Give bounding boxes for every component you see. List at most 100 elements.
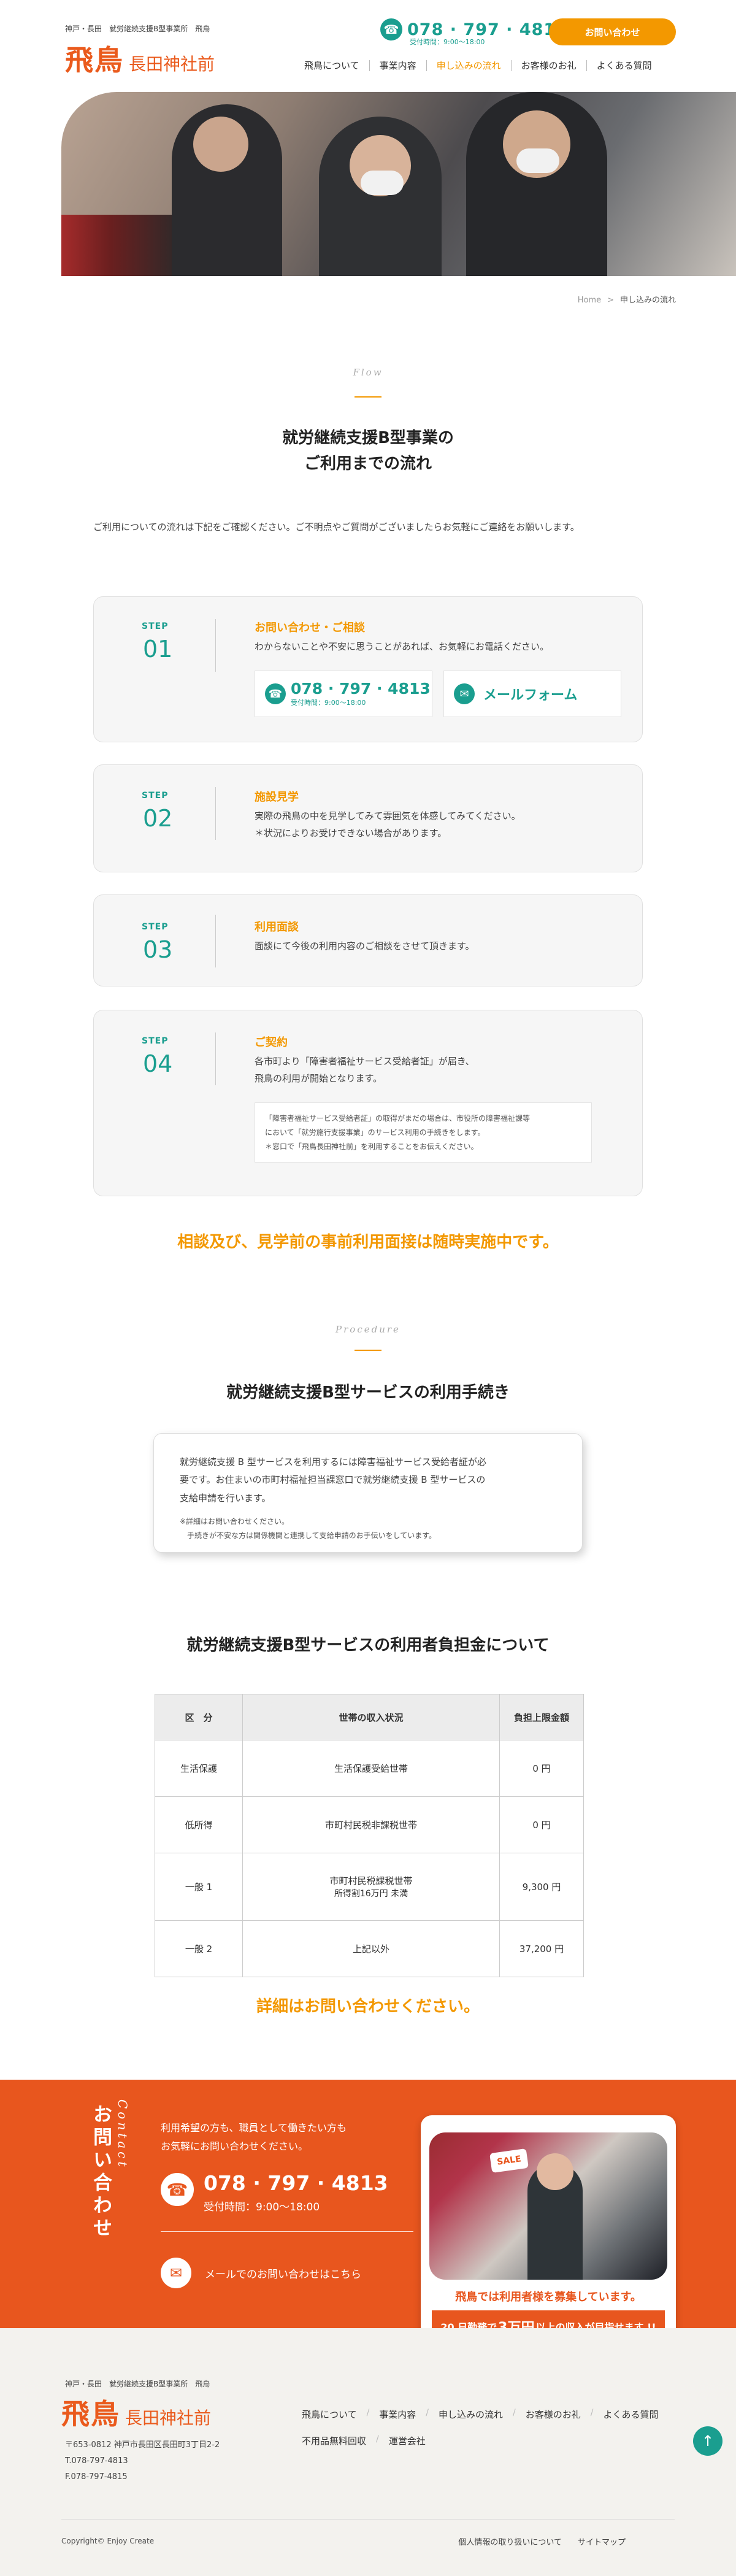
contact-lead-1: 利用希望の方も、職員として働きたい方も	[161, 2122, 347, 2134]
hero-mask-2	[516, 148, 559, 173]
procedure-note-1: ※詳細はお問い合わせください。	[180, 1517, 289, 1526]
logo-main: 飛鳥	[65, 44, 124, 77]
fee-title: 就労継続支援B型サービスの利用者負担金について	[186, 1636, 550, 1655]
footer-divider	[61, 2519, 675, 2520]
header-hours: 受付時間：9:00〜18:00	[410, 38, 485, 46]
contact-mail-link[interactable]: ✉ メールでのお問い合わせはこちら	[161, 2258, 361, 2288]
footer-logo-main: 飛鳥	[61, 2397, 120, 2431]
step-01: STEP 01 お問い合わせ・ご相談 わからないことや不安に思うことがあれば、お…	[93, 596, 643, 742]
header-phone-number: 078 · 797 · 4813	[407, 20, 568, 39]
header-contact-button[interactable]: お問い合わせ	[549, 18, 676, 45]
hero-image	[61, 92, 736, 276]
step-03: STEP 03 利用面談 面談にて今後の利用内容のご相談をさせて頂きます。	[93, 894, 643, 986]
mail-icon: ✉	[454, 683, 475, 704]
step-label: STEP	[142, 1036, 169, 1046]
contact-phone[interactable]: ☎ 078 · 797 · 4813 受付時間：9:00〜18:00	[161, 2173, 388, 2213]
contact-lead: 利用希望の方も、職員として働きたい方も お気軽にお問い合わせください。	[161, 2119, 347, 2155]
nav-thanks[interactable]: お客様のお礼	[510, 60, 586, 71]
nav-faq[interactable]: よくある質問	[586, 60, 662, 71]
procedure-text-1: 就労継続支援 B 型サービスを利用するには障害福祉サービス受給者証が必	[180, 1456, 486, 1467]
breadcrumb-home[interactable]: Home	[578, 296, 601, 305]
hero-face-1	[193, 117, 248, 172]
procedure-box: 就労継続支援 B 型サービスを利用するには障害福祉サービス受給者証が必 要です。…	[153, 1433, 583, 1553]
footer-nav-faq[interactable]: よくある質問	[603, 2408, 658, 2421]
step-02: STEP 02 施設見学 実際の飛鳥の中を見学してみて雰囲気を体感してみてくださ…	[93, 764, 643, 872]
contact-mail-label: メールでのお問い合わせはこちら	[205, 2268, 361, 2281]
cell-limit: 9,300 円	[499, 1853, 584, 1921]
procedure-text-2: 要です。お住まいの市町村福祉担当課窓口で就労継続支援 B 型サービスの	[180, 1474, 486, 1486]
nav-services[interactable]: 事業内容	[369, 60, 426, 71]
step-text-2: 飛鳥の利用が開始となります。	[255, 1073, 383, 1084]
footer-nav-pickup[interactable]: 不用品無料回収	[302, 2434, 366, 2447]
step-label: STEP	[142, 621, 169, 631]
step-number: 03	[143, 936, 173, 963]
recruit-photo-face	[537, 2153, 573, 2190]
contact-phone-hours: 受付時間：9:00〜18:00	[204, 2201, 320, 2213]
flow-title-line1: 就労継続支援B型事業の	[282, 429, 454, 447]
footer-nav-row: 不用品無料回収 / 運営会社	[302, 2434, 694, 2447]
procedure-divider	[355, 1350, 381, 1351]
step1-mail-label: メールフォーム	[483, 688, 578, 703]
nav-flow[interactable]: 申し込みの流れ	[426, 60, 511, 71]
nav-about[interactable]: 飛鳥について	[294, 60, 369, 71]
footer-nav-company[interactable]: 運営会社	[389, 2434, 426, 2447]
cell-income: 市町村民税非課税世帯	[242, 1796, 500, 1853]
cell-category: 低所得	[155, 1796, 243, 1853]
cell-income-line1: 市町村民税課税世帯	[329, 1875, 413, 1886]
footer-nav-services[interactable]: 事業内容	[379, 2408, 416, 2421]
site-logo[interactable]: 飛鳥 長田神社前	[65, 38, 215, 79]
phone-icon: ☎	[265, 683, 286, 704]
contact-phone-number: 078 · 797 · 4813	[204, 2171, 388, 2195]
step1-phone-group: 078 · 797 · 4813 受付時間：9:00〜18:00	[291, 681, 431, 707]
step1-phone-button[interactable]: ☎ 078 · 797 · 4813 受付時間：9:00〜18:00	[255, 671, 432, 717]
footer-nav-about[interactable]: 飛鳥について	[302, 2408, 357, 2421]
contact-lead-2: お気軽にお問い合わせください。	[161, 2140, 309, 2152]
recruit-headline: 飛鳥では利用者様を募集しています。	[455, 2291, 642, 2304]
cell-limit: 37,200 円	[499, 1920, 584, 1977]
recruit-card[interactable]: SALE 飛鳥では利用者様を募集しています。 20 日勤務で3万円以上の収入が目…	[421, 2115, 676, 2358]
privacy-link[interactable]: 個人情報の取り扱いについて	[458, 2538, 562, 2547]
procedure-notes: ※詳細はお問い合わせください。 手続きが不安な方は関係機関と連携して支給申請のお…	[180, 1515, 556, 1543]
flow-message: 相談及び、見学前の事前利用面接は随時実施中です。	[177, 1233, 559, 1251]
step-text: 実際の飛鳥の中を見学してみて雰囲気を体感してみてください。	[255, 810, 521, 821]
contact-en-label: Contact	[115, 2099, 130, 2170]
sitemap-link[interactable]: サイトマップ	[578, 2538, 626, 2547]
step4-note-2: において「就労施行支援事業」のサービス利用の手続きをします。	[265, 1128, 485, 1137]
flow-lead: ご利用についての流れは下記をご確認ください。ご不明点やご質問がございましたらお気…	[93, 521, 580, 533]
footer-tagline: 神戸・長田 就労継続支援B型事業所 飛鳥	[65, 2380, 210, 2388]
footer-nav-thanks[interactable]: お客様のお礼	[526, 2408, 581, 2421]
cell-income-line2: 所得割16万円 未満	[334, 1889, 408, 1899]
recruit-photo: SALE	[429, 2132, 667, 2280]
step-divider	[215, 787, 216, 840]
footer-nav-flow[interactable]: 申し込みの流れ	[439, 2408, 503, 2421]
step-number: 01	[143, 636, 173, 663]
step-note: ＊状況によりお受けできない場合があります。	[255, 828, 447, 839]
copyright: Copyright© Enjoy Create	[61, 2537, 155, 2545]
fee-table: 区 分 世帯の収入状況 負担上限金額 生活保護 生活保護受給世帯 0 円 低所得…	[155, 1694, 584, 1977]
flow-divider	[355, 396, 381, 398]
table-row: 低所得 市町村民税非課税世帯 0 円	[155, 1796, 584, 1853]
step-title: 施設見学	[255, 791, 299, 804]
footer-tel: T.078-797-4813	[65, 2456, 128, 2466]
header-category: 区 分	[155, 1694, 243, 1740]
step-divider	[215, 619, 216, 672]
flow-en-label: Flow	[353, 367, 383, 378]
step-text: 各市町より「障害者福祉サービス受給者証」が届き、	[255, 1056, 475, 1067]
step1-mail-button[interactable]: ✉ メールフォーム	[443, 671, 621, 717]
step-text: 面談にて今後の利用内容のご相談をさせて頂きます。	[255, 940, 475, 952]
procedure-note-2: 手続きが不安な方は関係機関と連携して支給申請のお手伝いをしています。	[180, 1531, 437, 1540]
nav-separator: /	[590, 2408, 594, 2418]
contact-jp-label: お問い合わせ	[90, 2104, 112, 2240]
cell-limit: 0 円	[499, 1796, 584, 1853]
site-header: 神戸・長田 就労継続支援B型事業所 飛鳥 飛鳥 長田神社前 ☎ 078 · 79…	[0, 0, 736, 86]
footer-logo[interactable]: 飛鳥 長田神社前	[61, 2392, 211, 2432]
logo-sub: 長田神社前	[129, 54, 215, 74]
step-04: STEP 04 ご契約 各市町より「障害者福祉サービス受給者証」が届き、 飛鳥の…	[93, 1010, 643, 1196]
table-row: 一般 1 市町村民税課税世帯 所得割16万円 未満 9,300 円	[155, 1853, 584, 1921]
arrow-up-icon[interactable]: ↑	[693, 2426, 723, 2456]
breadcrumb-separator: >	[607, 296, 614, 305]
page: 神戸・長田 就労継続支援B型事業所 飛鳥 飛鳥 長田神社前 ☎ 078 · 79…	[0, 0, 736, 2576]
step-title: お問い合わせ・ご相談	[255, 621, 365, 634]
procedure-title: 就労継続支援B型サービスの利用手続き	[226, 1383, 510, 1402]
cell-limit: 0 円	[499, 1740, 584, 1797]
